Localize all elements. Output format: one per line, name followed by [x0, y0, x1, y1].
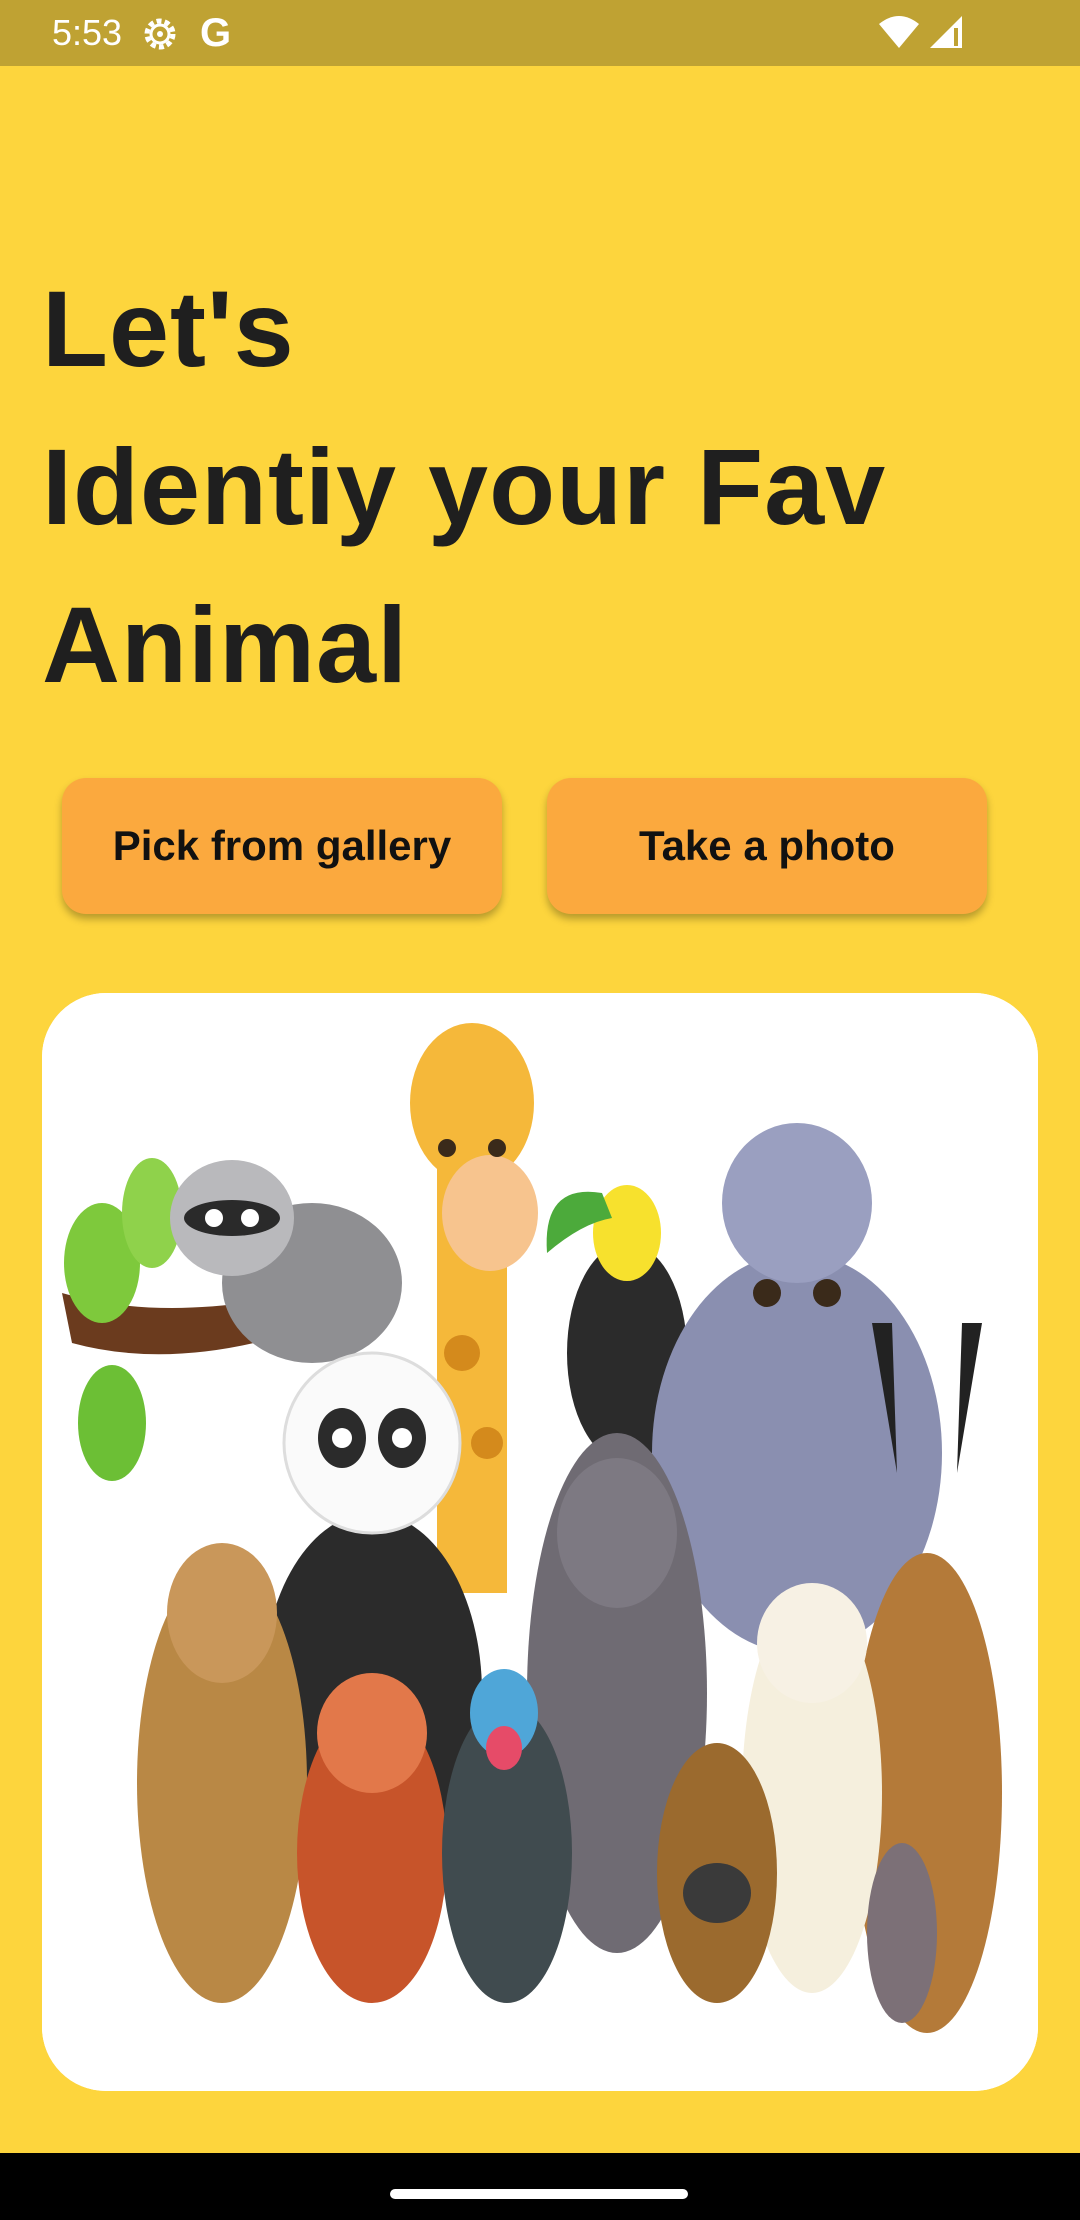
- navigation-bar: [0, 2153, 1080, 2220]
- title-line-1: Let's: [42, 268, 295, 389]
- animal-image-card: [42, 993, 1038, 2091]
- google-icon: G: [200, 11, 232, 55]
- page-title: Let's Identiy your Fav Animal: [42, 250, 886, 724]
- title-line-3: Animal: [42, 584, 409, 705]
- title-line-2: Identiy your Fav: [42, 426, 887, 547]
- settings-gear-icon: [144, 18, 176, 50]
- status-bar: 5:53 G: [0, 0, 1080, 66]
- cell-signal-icon: [930, 16, 962, 48]
- animal-group-illustration: [42, 993, 1038, 2091]
- take-photo-button[interactable]: Take a photo: [547, 778, 987, 914]
- status-time: 5:53: [52, 12, 123, 53]
- wifi-icon: [879, 16, 919, 48]
- home-indicator[interactable]: [390, 2189, 688, 2199]
- pick-from-gallery-button[interactable]: Pick from gallery: [62, 778, 502, 914]
